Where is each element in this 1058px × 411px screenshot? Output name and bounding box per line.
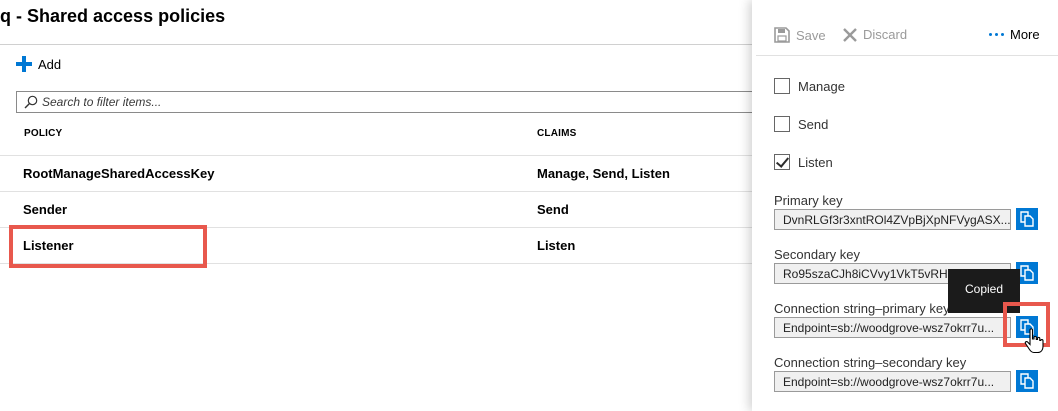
secondary-key-label: Secondary key [774,247,860,262]
checkbox-label: Send [798,116,829,132]
policy-detail-panel: Save Discard More Manage Send Listen Pri… [752,0,1058,411]
claim-listen-checkbox[interactable]: Listen [774,154,833,170]
primary-key-label: Primary key [774,193,843,208]
plus-icon [16,56,32,72]
discard-icon [843,27,857,42]
checkbox-box [774,116,790,132]
toolbar-divider [756,55,1058,56]
policy-name: RootManageSharedAccessKey [23,166,215,181]
connection-string-secondary-label: Connection string–secondary key [774,355,967,370]
checkbox-label: Listen [798,154,833,170]
shared-access-policies-blade: q - Shared access policies Add POLICY CL… [0,0,752,411]
column-header-claims[interactable]: CLAIMS [537,128,577,139]
connection-string-primary-field[interactable]: Endpoint=sb://woodgrove-wsz7okrr7u... [774,317,1011,338]
more-button[interactable]: More [989,27,1040,42]
discard-button[interactable]: Discard [843,27,907,42]
more-label: More [1010,27,1040,42]
search-icon [24,95,38,109]
checkbox-box [774,78,790,94]
listener-highlight-box [9,225,207,268]
save-label: Save [796,27,826,43]
connection-string-primary-label: Connection string–primary key [774,301,950,316]
ellipsis-icon [989,33,1004,36]
copy-primary-key-button[interactable] [1016,208,1038,230]
table-row[interactable] [0,192,752,227]
claim-manage-checkbox[interactable]: Manage [774,78,845,94]
policy-claims: Manage, Send, Listen [537,166,670,181]
add-label: Add [38,56,62,72]
copy-icon [1020,211,1034,227]
policy-claims: Send [537,202,569,217]
discard-label: Discard [863,27,908,42]
save-button[interactable]: Save [774,27,826,43]
primary-key-field[interactable]: DvnRLGf3r3xntROl4ZVpBjXpNFVygASX... [774,209,1011,230]
save-icon [774,27,790,43]
column-header-policy[interactable]: POLICY [24,128,62,139]
search-input[interactable] [42,95,752,109]
copy-icon [1020,265,1034,281]
title-divider [0,44,752,45]
checkbox-label: Manage [798,78,845,94]
claim-send-checkbox[interactable]: Send [774,116,828,132]
page-title: q - Shared access policies [0,6,226,26]
add-policy-button[interactable]: Add [16,54,61,74]
checkmark-icon [774,154,790,170]
policy-claims: Listen [537,238,576,253]
copy-icon [1020,373,1034,389]
hand-pointer-icon [1024,328,1044,354]
connection-string-secondary-field[interactable]: Endpoint=sb://woodgrove-wsz7okrr7u... [774,371,1011,392]
policy-name: Sender [23,202,68,217]
filter-search-box[interactable] [16,91,752,113]
copy-connection-string-secondary-button[interactable] [1016,370,1038,392]
